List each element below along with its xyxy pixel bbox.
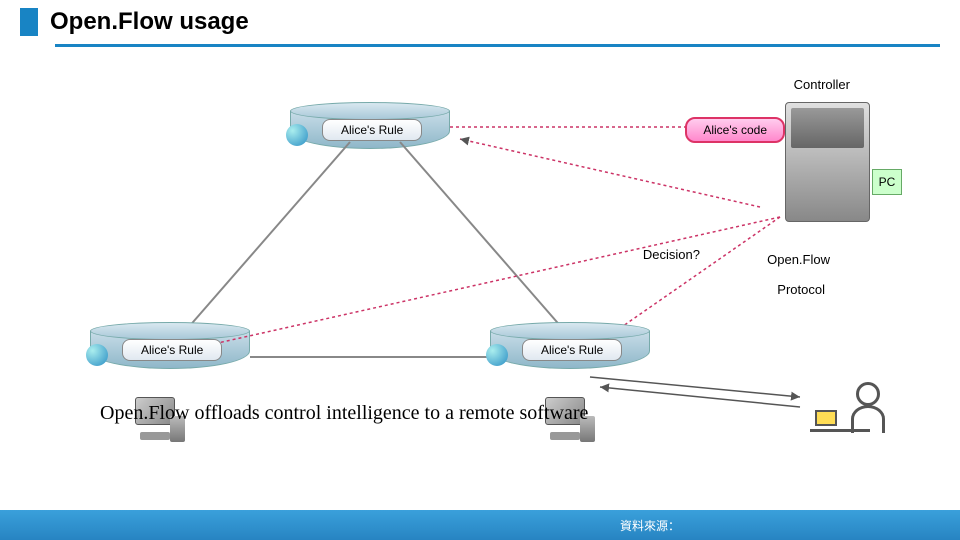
server-icon bbox=[785, 102, 870, 222]
user-icon bbox=[810, 377, 890, 457]
rule-box-right: Alice's Rule bbox=[522, 339, 622, 361]
controller-label: Controller bbox=[794, 77, 850, 92]
protocol-label: Protocol bbox=[777, 282, 825, 297]
globe-icon bbox=[86, 344, 108, 366]
pc-tag: PC bbox=[872, 169, 902, 195]
rule-box-left: Alice's Rule bbox=[122, 339, 222, 361]
code-box: Alice's code bbox=[685, 117, 785, 143]
header: Open.Flow usage bbox=[0, 0, 960, 44]
diagram-canvas: Controller Alice's Rule Alice's code PC … bbox=[0, 47, 960, 497]
globe-icon bbox=[486, 344, 508, 366]
page-title: Open.Flow usage bbox=[50, 8, 249, 36]
header-accent-icon bbox=[20, 8, 38, 36]
summary-statement: Open.Flow offloads control intelligence … bbox=[100, 402, 588, 425]
decision-label: Decision? bbox=[643, 247, 700, 262]
globe-icon bbox=[286, 124, 308, 146]
openflow-label: Open.Flow bbox=[767, 252, 830, 267]
rule-box-top: Alice's Rule bbox=[322, 119, 422, 141]
footer-bar bbox=[0, 510, 960, 540]
source-label: 資料來源： bbox=[620, 517, 680, 534]
